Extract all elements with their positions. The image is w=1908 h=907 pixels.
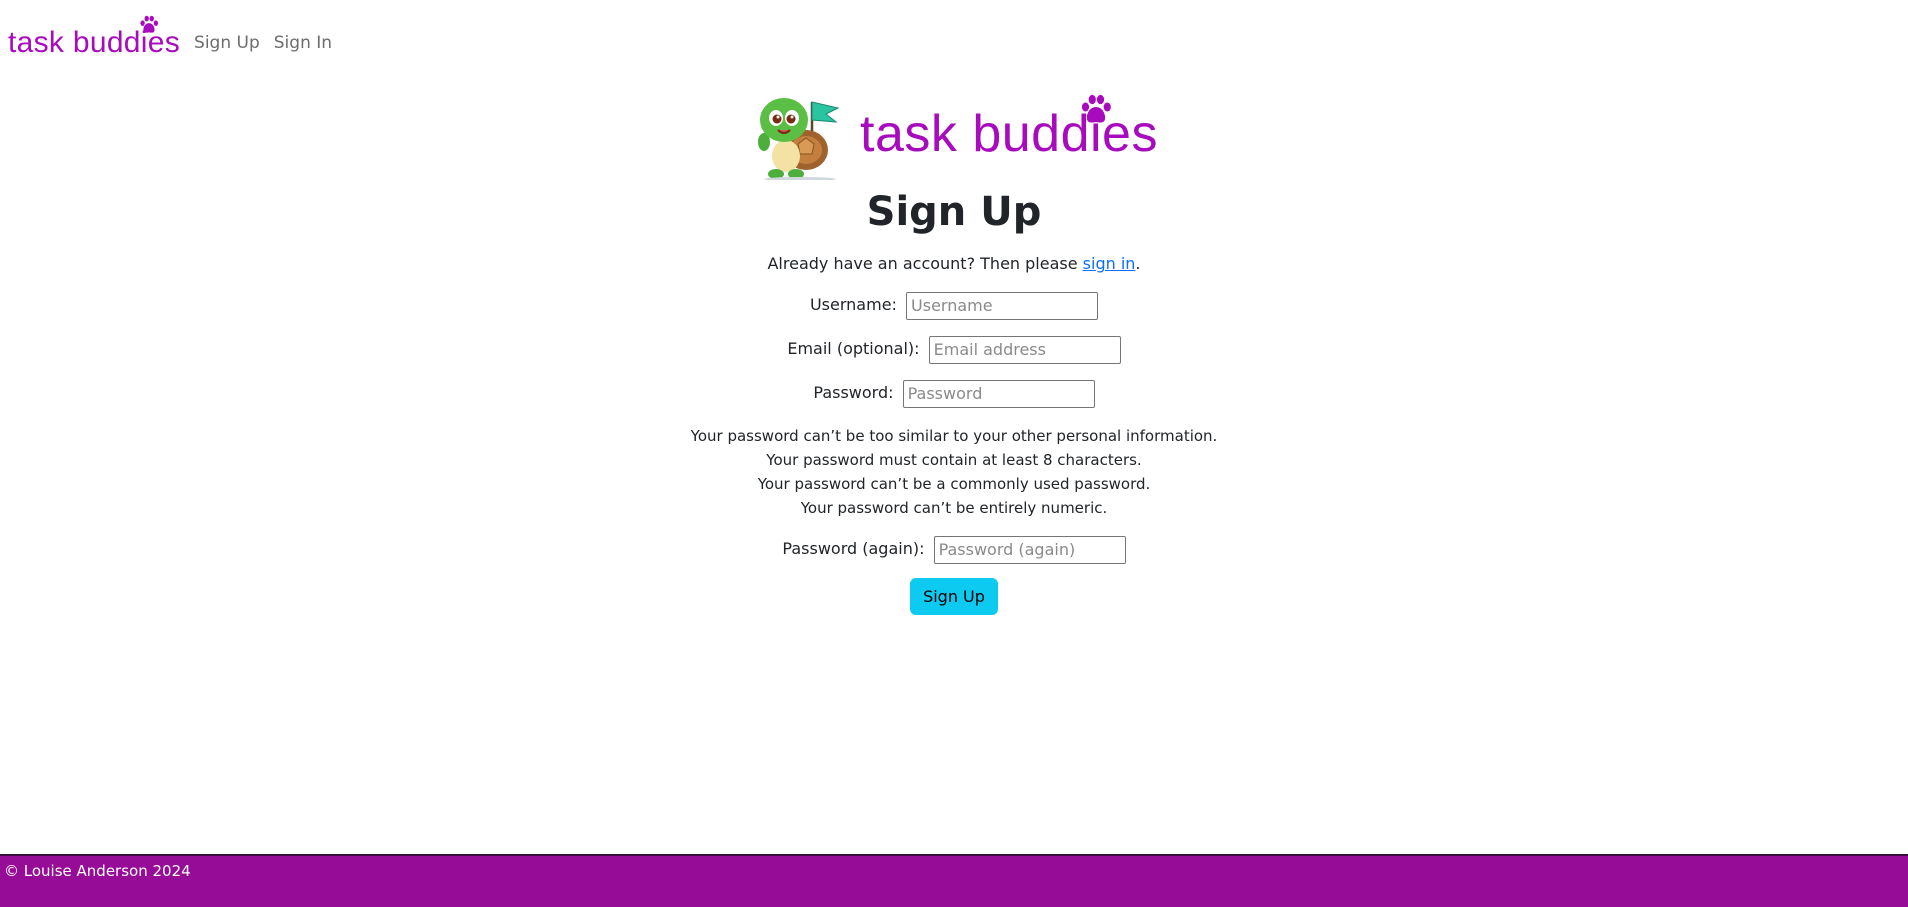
navbar-brand[interactable]: task buddies [8, 26, 180, 60]
hero-logo: task buddies [752, 90, 1157, 180]
password-help-item: Your password can’t be too similar to yo… [690, 427, 1218, 445]
nav-link-sign-in[interactable]: Sign In [274, 33, 332, 53]
password-help-item: Your password can’t be a commonly used p… [757, 475, 1151, 493]
signin-link[interactable]: sign in [1083, 254, 1136, 273]
signin-prompt-end: . [1135, 254, 1141, 273]
password-again-label: Password (again): [782, 539, 925, 558]
footer-copyright: © Louise Anderson 2024 [4, 862, 191, 880]
signin-prompt-text: Already have an account? Then please [767, 254, 1083, 273]
sign-up-button[interactable]: Sign Up [910, 578, 998, 615]
turtle-mascot-icon [758, 98, 840, 180]
footer: © Louise Anderson 2024 [0, 854, 1908, 907]
username-label: Username: [809, 295, 897, 314]
password-again-input[interactable] [933, 535, 1126, 564]
paw-icon [1078, 92, 1114, 128]
password-label: Password: [813, 383, 894, 402]
username-input[interactable] [906, 291, 1099, 320]
username-row: Username: [0, 290, 1908, 320]
nav-link-sign-up[interactable]: Sign Up [194, 33, 260, 53]
password-again-row: Password (again): [0, 534, 1908, 564]
navbar: task buddies Sign Up Sign In [0, 0, 1908, 85]
email-row: Email (optional): [0, 334, 1908, 364]
paw-icon [138, 14, 160, 36]
email-input[interactable] [928, 335, 1121, 364]
page-title: Sign Up [866, 189, 1042, 235]
hero-brand: task buddies [860, 104, 1158, 164]
password-input[interactable] [902, 379, 1095, 408]
password-help-item: Your password can’t be entirely numeric. [800, 499, 1108, 517]
signup-form: Sign Up Already have an account? Then pl… [0, 182, 1908, 615]
signin-prompt: Already have an account? Then please sig… [0, 252, 1908, 276]
password-help: Your password can’t be too similar to yo… [0, 424, 1908, 520]
password-help-item: Your password must contain at least 8 ch… [766, 451, 1142, 469]
email-label: Email (optional): [787, 339, 920, 358]
password-row: Password: [0, 378, 1908, 408]
